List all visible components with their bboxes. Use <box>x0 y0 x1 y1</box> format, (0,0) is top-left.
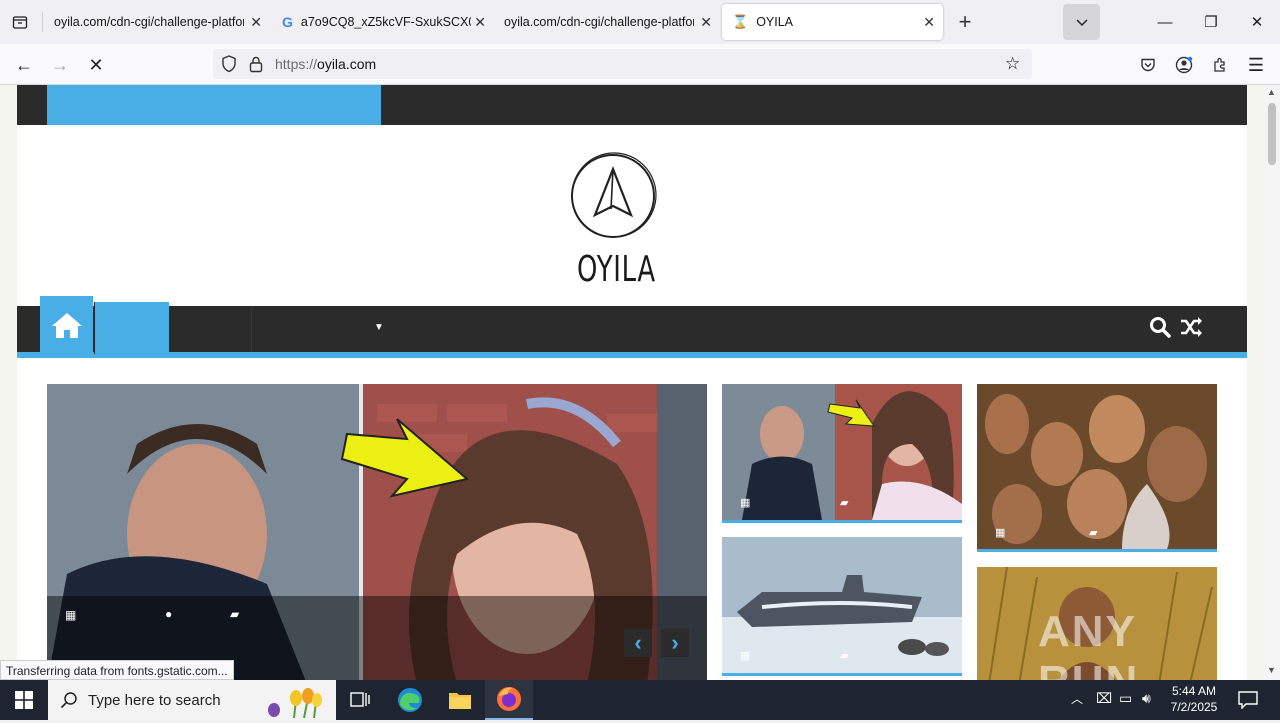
post-card-image <box>977 384 1217 549</box>
forward-button[interactable]: → <box>45 50 75 80</box>
google-icon: G <box>282 14 293 30</box>
task-view-icon[interactable] <box>336 680 384 720</box>
comment-icon: ▰ <box>1089 527 1098 539</box>
tab-bar: oyila.com/cdn-cgi/challenge-platfor ✕ G … <box>0 0 1280 44</box>
tab-oyila[interactable]: ⌛ OYILA ✕ <box>722 4 943 40</box>
scroll-down-icon[interactable]: ▼ <box>1267 665 1276 675</box>
edge-icon[interactable] <box>386 680 434 720</box>
volume-icon[interactable]: 🔊︎ <box>1142 690 1151 707</box>
stop-loading-button[interactable]: ✕ <box>81 50 111 80</box>
comment-icon: ▰ <box>840 650 849 662</box>
page-scrollbar[interactable]: ▲ ▼ <box>1264 85 1280 680</box>
taskbar-search-placeholder: Type here to search <box>88 692 221 709</box>
comment-icon: ▰ <box>230 607 240 621</box>
notifications-icon[interactable] <box>1226 680 1270 720</box>
logo-emblem <box>571 152 657 238</box>
close-icon[interactable]: ✕ <box>923 14 935 31</box>
status-bar: Transferring data from fonts.gstatic.com… <box>0 660 234 680</box>
tab-title: oyila.com/cdn-cgi/challenge-platfor <box>54 15 244 29</box>
file-explorer-icon[interactable] <box>436 680 484 720</box>
caret-down-icon[interactable]: ▼ <box>374 322 384 333</box>
pocket-icon[interactable] <box>1133 50 1163 80</box>
shuffle-icon[interactable] <box>1179 316 1203 343</box>
navigation-toolbar: ← → ✕ https://oyila.com ☆ ☰ <box>0 44 1280 85</box>
windows-taskbar: Type here to search ︿ ⌧ ▭ 🔊︎ 5:44 AM 7/2… <box>0 680 1280 720</box>
url-bar[interactable]: https://oyila.com ☆ <box>213 49 1032 79</box>
tab-list-icon[interactable] <box>6 8 34 36</box>
slider-next-button[interactable]: › <box>661 629 689 657</box>
scroll-thumb[interactable] <box>1268 103 1276 165</box>
tab-challenge-2[interactable]: oyila.com/cdn-cgi/challenge-platfor ✕ <box>494 4 720 40</box>
home-button[interactable] <box>40 296 93 354</box>
close-icon[interactable]: ✕ <box>474 14 486 31</box>
tab-challenge-1[interactable]: oyila.com/cdn-cgi/challenge-platfor ✕ <box>44 4 270 40</box>
calendar-icon: ▦ <box>740 497 751 509</box>
minimize-button[interactable]: — <box>1142 8 1188 36</box>
user-icon: ● <box>165 607 173 621</box>
chevron-down-icon <box>1075 19 1088 27</box>
tab-separator <box>42 12 43 32</box>
home-icon <box>51 313 82 338</box>
back-button[interactable]: ← <box>9 50 39 80</box>
url-scheme: https:// <box>275 56 318 72</box>
url-host: oyila.com <box>317 56 377 72</box>
calendar-icon: ▦ <box>995 527 1006 539</box>
bookmark-star-icon[interactable]: ☆ <box>1005 54 1020 74</box>
account-icon[interactable] <box>1169 50 1199 80</box>
lock-icon[interactable] <box>249 55 263 78</box>
system-clock[interactable]: 5:44 AM 7/2/2025 <box>1160 683 1228 715</box>
hourglass-icon: ⌛ <box>732 14 749 29</box>
scroll-up-icon[interactable]: ▲ <box>1267 87 1276 97</box>
comment-icon: ▰ <box>840 497 849 509</box>
tab-title: a7o9CQ8_xZ5kcVF-SxukSCX0hs <box>300 15 471 29</box>
top-strip <box>17 85 1247 125</box>
search-icon <box>60 691 78 714</box>
new-tab-button[interactable]: + <box>952 9 978 35</box>
firefox-icon[interactable] <box>485 680 533 720</box>
clock-date: 7/2/2025 <box>1170 700 1218 714</box>
tab-title: oyila.com/cdn-cgi/challenge-platfor <box>504 15 694 29</box>
menu-icon[interactable]: ☰ <box>1241 50 1271 80</box>
url-text[interactable]: https://oyila.com <box>275 56 376 72</box>
slider-prev-button[interactable]: ‹ <box>624 629 652 657</box>
nav-separator <box>251 306 252 352</box>
post-card[interactable]: ▦ ▰ <box>722 384 962 523</box>
clock-time: 5:44 AM <box>1171 684 1217 698</box>
nav-menu-item[interactable] <box>94 302 169 354</box>
post-card[interactable]: ▦ ▰ <box>722 537 962 676</box>
restore-button[interactable]: ❐ <box>1188 8 1234 36</box>
tulip-icon <box>264 686 330 723</box>
calendar-icon: ▦ <box>65 608 77 622</box>
shield-icon[interactable] <box>221 55 237 78</box>
windows-logo-icon <box>15 691 33 709</box>
main-nav: ▼ <box>17 296 1247 358</box>
featured-slider[interactable]: ▦ ● ▰ ‹ › <box>47 384 707 680</box>
page-viewport: OYILA ▼ ▦ ● ▰ ‹ › ▦ ▰ ▦ ▰ ▦ ▰ ANY <box>0 85 1264 680</box>
usb-device-icon[interactable]: ⌧ <box>1096 690 1112 707</box>
search-icon[interactable] <box>1149 316 1171 343</box>
chevron-up-icon[interactable]: ︿ <box>1071 690 1083 707</box>
taskbar-search[interactable]: Type here to search <box>48 680 336 720</box>
start-button[interactable] <box>0 680 48 720</box>
post-card[interactable]: ▦ ▰ <box>977 384 1217 552</box>
site-logo[interactable]: OYILA <box>563 151 663 291</box>
list-all-tabs-button[interactable] <box>1063 4 1100 40</box>
close-icon[interactable]: ✕ <box>700 14 712 31</box>
close-window-button[interactable]: ✕ <box>1234 8 1280 36</box>
tab-title: OYILA <box>756 15 794 29</box>
network-icon[interactable]: ▭ <box>1119 690 1132 707</box>
site-container: OYILA ▼ ▦ ● ▰ ‹ › ▦ ▰ ▦ ▰ ▦ ▰ ANY <box>17 85 1247 680</box>
calendar-icon: ▦ <box>740 650 751 662</box>
close-icon[interactable]: ✕ <box>250 14 262 31</box>
watermark: ANY RUN <box>1038 607 1137 680</box>
extensions-icon[interactable] <box>1205 50 1235 80</box>
tab-google[interactable]: G a7o9CQ8_xZ5kcVF-SxukSCX0hs ✕ <box>272 4 494 40</box>
top-strip-accent <box>47 85 381 125</box>
logo-text: OYILA <box>577 249 656 290</box>
